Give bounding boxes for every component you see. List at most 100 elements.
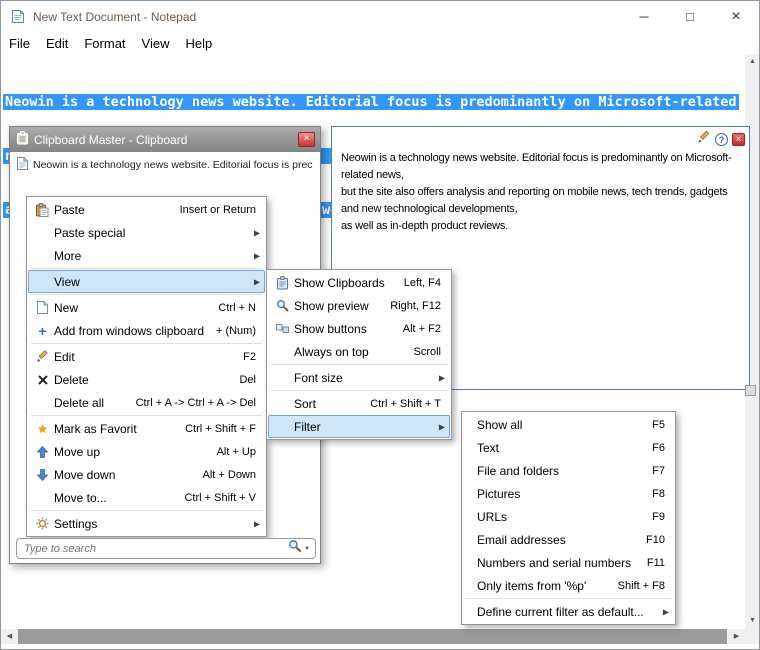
menu-item-label: More — [54, 249, 265, 263]
menu-item-settings[interactable]: Settings ▶ — [28, 512, 265, 535]
show-preview-icon — [271, 299, 294, 312]
maximize-button[interactable]: □ — [667, 1, 713, 32]
menu-item-label: Show Clipboards — [294, 276, 404, 290]
notepad-menubar: File Edit Format View Help — [1, 32, 759, 54]
filter-item-define-current-filter-as-default[interactable]: Define current filter as default... ▶ — [463, 600, 674, 623]
menubar-item-file[interactable]: File — [1, 34, 38, 53]
menu-item-paste[interactable]: Paste Insert or Return — [28, 198, 265, 221]
menu-item-view[interactable]: View ▶ — [28, 270, 265, 293]
settings-gear-icon — [31, 517, 54, 530]
menu-item-new[interactable]: New Ctrl + N — [28, 296, 265, 319]
menu-item-shortcut: F2 — [243, 351, 265, 363]
filter-item-only-items-from[interactable]: Only items from '%p' Shift + F8 — [463, 574, 674, 597]
menu-item-label: Text — [477, 441, 652, 455]
clipboard-search-box: ▼ — [16, 538, 316, 559]
menu-item-shortcut: Insert or Return — [180, 204, 265, 216]
menu-item-label: Edit — [54, 350, 243, 364]
submenu-item-show-preview[interactable]: Show preview Right, F12 — [268, 294, 450, 317]
menu-item-shortcut: Ctrl + Shift + F — [185, 423, 265, 435]
menu-separator — [271, 390, 447, 391]
menu-item-label: Delete all — [54, 396, 136, 410]
submenu-item-show-clipboards[interactable]: Show Clipboards Left, F4 — [268, 271, 450, 294]
submenu-arrow-icon: ▶ — [439, 422, 445, 431]
notepad-app-icon — [10, 9, 26, 25]
window-title: New Text Document - Notepad — [33, 10, 196, 24]
clipboard-master-close-icon[interactable]: × — [298, 132, 315, 147]
search-controls: ▼ — [288, 539, 315, 558]
menu-item-shortcut: F5 — [652, 419, 674, 431]
menu-item-shortcut: Shift + F8 — [618, 580, 674, 592]
menu-item-move-up[interactable]: Move up Alt + Up — [28, 440, 265, 463]
submenu-item-always-on-top[interactable]: Always on top Scroll — [268, 340, 450, 363]
menu-item-add-from-windows-clipboard[interactable]: + Add from windows clipboard + (Num) — [28, 319, 265, 342]
clipboard-master-app-icon — [16, 131, 29, 148]
filter-item-show-all[interactable]: Show all F5 — [463, 413, 674, 436]
preview-line: as well as in-depth product reviews. — [341, 218, 743, 235]
edit-pencil-icon — [31, 350, 54, 363]
minimize-button[interactable]: ─ — [621, 1, 667, 32]
menu-item-label: Show all — [477, 418, 652, 432]
menubar-item-view[interactable]: View — [134, 34, 178, 53]
submenu-item-show-buttons[interactable]: Show buttons Alt + F2 — [268, 317, 450, 340]
menu-item-edit[interactable]: Edit F2 — [28, 345, 265, 368]
preview-toolbar: ? × — [697, 130, 745, 149]
filter-item-file-and-folders[interactable]: File and folders F7 — [463, 459, 674, 482]
preview-close-icon[interactable]: × — [732, 133, 745, 146]
show-clipboards-icon — [271, 276, 294, 290]
clipboard-item-icon — [17, 157, 28, 173]
clipboard-item-row[interactable]: Neowin is a technology news website. Edi… — [10, 152, 320, 176]
search-input[interactable] — [17, 543, 288, 555]
scroll-left-icon[interactable]: ◀ — [1, 629, 18, 644]
filter-item-numbers-and-serial-numbers[interactable]: Numbers and serial numbers F11 — [463, 551, 674, 574]
search-dropdown-icon[interactable]: ▼ — [304, 546, 310, 552]
menu-item-delete-all[interactable]: Delete all Ctrl + A -> Ctrl + A -> Del — [28, 391, 265, 414]
filter-item-email-addresses[interactable]: Email addresses F10 — [463, 528, 674, 551]
submenu-item-filter[interactable]: Filter ▶ — [268, 415, 450, 438]
menu-item-label: Define current filter as default... — [477, 605, 674, 619]
submenu-item-font-size[interactable]: Font size ▶ — [268, 366, 450, 389]
scroll-up-icon[interactable]: ▲ — [745, 54, 760, 70]
menu-item-label: Email addresses — [477, 533, 646, 547]
menu-item-delete[interactable]: Delete Del — [28, 368, 265, 391]
menubar-item-edit[interactable]: Edit — [38, 34, 76, 53]
menu-item-move-down[interactable]: Move down Alt + Down — [28, 463, 265, 486]
horizontal-scrollbar-thumb[interactable] — [18, 629, 727, 644]
menu-item-shortcut: Del — [239, 374, 265, 386]
menu-item-shortcut: Ctrl + Shift + T — [370, 398, 450, 410]
menu-item-shortcut: Scroll — [413, 346, 450, 358]
submenu-arrow-icon: ▶ — [254, 277, 260, 286]
menubar-item-format[interactable]: Format — [76, 34, 133, 53]
menu-item-shortcut: Left, F4 — [404, 277, 450, 289]
menubar-item-help[interactable]: Help — [177, 34, 220, 53]
clipboard-master-title: Clipboard Master - Clipboard — [34, 133, 187, 147]
preview-line: related news, — [341, 167, 743, 184]
menu-item-paste-special[interactable]: Paste special ▶ — [28, 221, 265, 244]
menu-separator — [31, 268, 262, 269]
filter-item-text[interactable]: Text F6 — [463, 436, 674, 459]
preview-help-icon[interactable]: ? — [715, 133, 728, 146]
new-document-icon — [31, 301, 54, 314]
search-icon[interactable] — [288, 539, 302, 558]
preview-line: but the site also offers analysis and re… — [341, 184, 743, 201]
menu-item-mark-as-favorit[interactable]: ★ Mark as Favorit Ctrl + Shift + F — [28, 417, 265, 440]
menu-item-label: Mark as Favorit — [54, 422, 185, 436]
scroll-right-icon[interactable]: ▶ — [728, 629, 745, 644]
scroll-down-icon[interactable]: ▼ — [745, 613, 760, 629]
filter-item-urls[interactable]: URLs F9 — [463, 505, 674, 528]
menu-item-label: Settings — [54, 517, 265, 531]
notepad-titlebar[interactable]: New Text Document - Notepad ─ □ × — [1, 1, 759, 32]
menu-item-more[interactable]: More ▶ — [28, 244, 265, 267]
submenu-arrow-icon: ▶ — [254, 251, 260, 260]
menu-item-shortcut: F11 — [647, 557, 674, 569]
menu-separator — [31, 294, 262, 295]
preview-edit-icon[interactable] — [697, 130, 711, 149]
menu-item-label: Move down — [54, 468, 203, 482]
close-button[interactable]: × — [713, 1, 759, 32]
menu-item-move-to[interactable]: Move to... Ctrl + Shift + V — [28, 486, 265, 509]
menu-item-shortcut: Alt + Down — [203, 469, 266, 481]
submenu-item-sort[interactable]: Sort Ctrl + Shift + T — [268, 392, 450, 415]
menu-separator — [31, 510, 262, 511]
filter-item-pictures[interactable]: Pictures F8 — [463, 482, 674, 505]
horizontal-scrollbar[interactable]: ◀ ▶ — [1, 629, 745, 644]
clipboard-master-titlebar[interactable]: Clipboard Master - Clipboard × — [10, 127, 320, 152]
